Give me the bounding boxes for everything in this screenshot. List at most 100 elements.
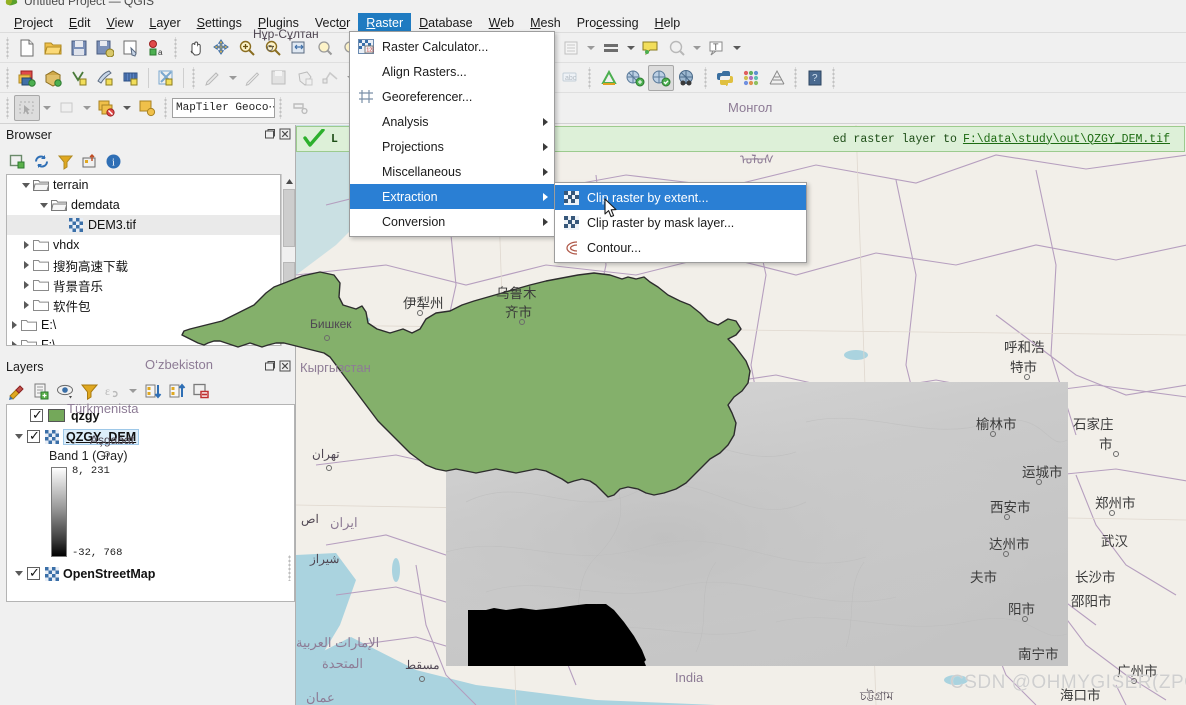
properties-icon[interactable]: i bbox=[102, 150, 124, 172]
mesh-calc-icon[interactable] bbox=[764, 65, 790, 91]
help-icon[interactable]: ? bbox=[802, 65, 828, 91]
menu-item-extraction[interactable]: Extraction bbox=[350, 184, 554, 209]
show-map-tips-icon[interactable] bbox=[638, 35, 664, 61]
expand-toggle[interactable] bbox=[19, 175, 33, 195]
refresh-icon[interactable] bbox=[30, 150, 52, 172]
pan-to-selection-icon[interactable] bbox=[208, 35, 234, 61]
menu-settings[interactable]: Settings bbox=[189, 13, 250, 33]
browser-item-terrain[interactable]: terrain bbox=[7, 175, 280, 195]
expand-toggle[interactable] bbox=[19, 235, 33, 255]
add-feature-icon[interactable] bbox=[292, 65, 318, 91]
zoom-to-selection-icon[interactable] bbox=[312, 35, 338, 61]
zoom-full-icon[interactable] bbox=[286, 35, 312, 61]
measure-line-icon[interactable] bbox=[598, 35, 624, 61]
filter-browser-icon[interactable] bbox=[54, 150, 76, 172]
toolbar-grip[interactable] bbox=[586, 66, 594, 89]
expand-toggle[interactable] bbox=[19, 295, 33, 315]
message-file-link[interactable]: F:\data\study\out\QZGY_DEM.tif bbox=[963, 133, 1170, 146]
web-globe-icon[interactable] bbox=[674, 65, 700, 91]
add-vector-layer-icon[interactable] bbox=[14, 65, 40, 91]
menu-project[interactable]: Project bbox=[6, 13, 61, 33]
style-manager-icon[interactable]: a bbox=[144, 35, 170, 61]
new-project-icon[interactable] bbox=[14, 35, 40, 61]
menu-mesh[interactable]: Mesh bbox=[522, 13, 569, 33]
current-edits-caret[interactable] bbox=[226, 65, 240, 91]
menu-item-raster-calculator[interactable]: 123 Raster Calculator... bbox=[350, 34, 554, 59]
annotation-dropdown-caret[interactable] bbox=[730, 35, 744, 61]
extraction-submenu-dropdown[interactable]: Clip raster by extent... Clip raster by … bbox=[554, 182, 807, 263]
select-by-value-caret[interactable] bbox=[120, 95, 134, 121]
select-features-dropdown-caret[interactable] bbox=[584, 35, 598, 61]
toolbar-grip[interactable] bbox=[830, 66, 838, 89]
menu-raster[interactable]: Raster bbox=[358, 13, 412, 33]
browser-item-demdata[interactable]: demdata bbox=[7, 195, 280, 215]
python-console-icon[interactable] bbox=[712, 65, 738, 91]
browser-item-dem3-tif[interactable]: DEM3.tif bbox=[7, 215, 280, 235]
expand-toggle[interactable] bbox=[7, 315, 21, 335]
add-raster-layer-icon[interactable] bbox=[40, 65, 66, 91]
filter-legend-expression-icon[interactable]: ε bbox=[102, 380, 124, 402]
delta-icon[interactable] bbox=[596, 65, 622, 91]
filter-legend-icon[interactable] bbox=[78, 380, 100, 402]
pan-map-icon[interactable] bbox=[182, 35, 208, 61]
menu-item-conversion[interactable]: Conversion bbox=[350, 209, 554, 234]
menu-item-align-rasters[interactable]: Align Rasters... bbox=[350, 59, 554, 84]
open-project-icon[interactable] bbox=[40, 35, 66, 61]
add-spatialite-icon[interactable] bbox=[153, 65, 179, 91]
toolbar-grip[interactable] bbox=[4, 66, 12, 89]
add-layer-icon[interactable] bbox=[6, 150, 28, 172]
expand-toggle[interactable] bbox=[19, 255, 33, 275]
toolbar-grip[interactable] bbox=[792, 66, 800, 89]
toggle-editing-icon[interactable] bbox=[240, 65, 266, 91]
layer-visibility-checkbox[interactable] bbox=[27, 428, 40, 443]
save-layer-edits-icon[interactable] bbox=[266, 65, 292, 91]
save-project-as-icon[interactable] bbox=[92, 35, 118, 61]
deselect-dropdown-caret[interactable] bbox=[690, 35, 704, 61]
menu-layer[interactable]: Layer bbox=[141, 13, 188, 33]
expand-toggle[interactable] bbox=[11, 564, 27, 584]
float-panel-icon[interactable] bbox=[264, 128, 276, 140]
add-postgis-icon[interactable] bbox=[118, 65, 144, 91]
menu-processing[interactable]: Processing bbox=[569, 13, 647, 33]
select-by-location-icon[interactable] bbox=[134, 95, 160, 121]
vertex-tool-icon[interactable] bbox=[318, 65, 344, 91]
zoom-in-icon[interactable] bbox=[234, 35, 260, 61]
raster-menu-dropdown[interactable]: 123 Raster Calculator... Align Rasters..… bbox=[349, 31, 555, 237]
menu-edit[interactable]: Edit bbox=[61, 13, 99, 33]
scrollbar-thumb[interactable] bbox=[283, 189, 295, 247]
web-plus-icon[interactable] bbox=[622, 65, 648, 91]
menu-item-clip-raster-by-extent[interactable]: Clip raster by extent... bbox=[555, 185, 806, 210]
menu-plugins[interactable]: Plugins bbox=[250, 13, 307, 33]
menu-item-clip-raster-by-mask-layer[interactable]: Clip raster by mask layer... bbox=[555, 210, 806, 235]
menu-help[interactable]: Help bbox=[647, 13, 689, 33]
new-print-layout-icon[interactable] bbox=[118, 35, 144, 61]
add-delimited-text-icon[interactable] bbox=[92, 65, 118, 91]
expand-toggle[interactable] bbox=[37, 195, 51, 215]
collapse-all-icon[interactable] bbox=[78, 150, 100, 172]
select-features-icon[interactable] bbox=[558, 35, 584, 61]
toolbar-grip[interactable] bbox=[172, 36, 180, 59]
menu-item-projections[interactable]: Projections bbox=[350, 134, 554, 159]
menu-item-georeferencer[interactable]: Georeferencer... bbox=[350, 84, 554, 109]
layer-item-openstreetmap[interactable]: OpenStreetMap bbox=[7, 563, 294, 584]
plugin-manager-icon[interactable] bbox=[738, 65, 764, 91]
layer-name[interactable]: QZGY_DEM bbox=[63, 428, 140, 445]
deselect-icon[interactable] bbox=[664, 35, 690, 61]
panel-resize-grip[interactable] bbox=[288, 555, 291, 581]
toolbar-grip[interactable] bbox=[4, 97, 12, 119]
menu-item-miscellaneous[interactable]: Miscellaneous bbox=[350, 159, 554, 184]
measure-dropdown-caret[interactable] bbox=[624, 35, 638, 61]
zoom-out-icon[interactable] bbox=[260, 35, 286, 61]
select-feature-icon[interactable] bbox=[14, 95, 40, 121]
select-feature-caret[interactable] bbox=[40, 95, 54, 121]
deselect-all-icon[interactable] bbox=[54, 95, 80, 121]
menu-vector[interactable]: Vector bbox=[307, 13, 358, 33]
scroll-up-arrow[interactable] bbox=[282, 174, 296, 188]
toolbar-grip[interactable] bbox=[702, 66, 710, 89]
new-text-annotation-icon[interactable]: T bbox=[704, 35, 730, 61]
layer-visibility-checkbox[interactable] bbox=[27, 565, 40, 580]
expand-toggle[interactable] bbox=[7, 335, 21, 345]
select-by-value-icon[interactable] bbox=[94, 95, 120, 121]
open-layer-styling-icon[interactable] bbox=[6, 380, 28, 402]
save-project-icon[interactable] bbox=[66, 35, 92, 61]
